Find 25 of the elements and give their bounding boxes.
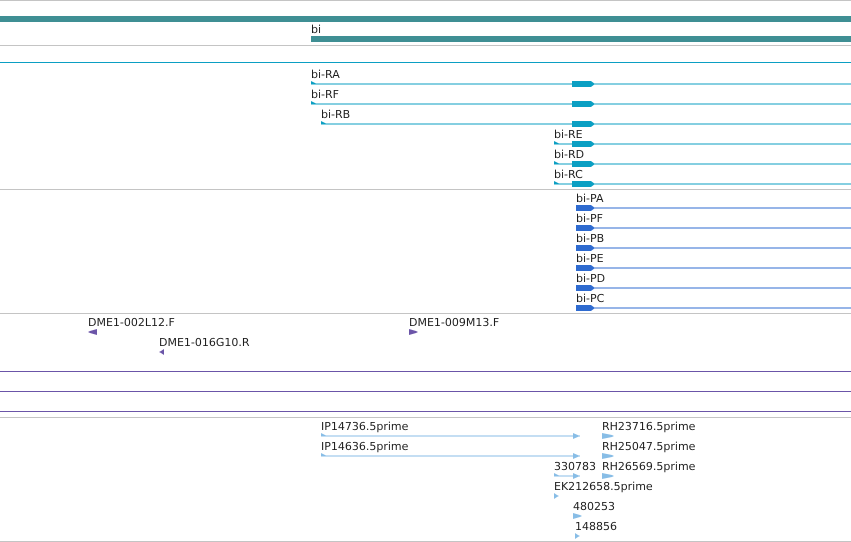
feature-label: bi-PC [576,293,604,305]
feature-label: 480253 [573,501,615,513]
feature-label: RH26569.5prime [602,461,696,473]
feature-label: bi-RE [554,129,583,141]
feature-label: bi-RA [311,69,340,81]
feature-label: 330783 [554,461,596,473]
feature-label: IP14736.5prime [321,421,408,433]
feature-label: bi-PD [576,273,606,285]
feature-label: RH25047.5prime [602,441,696,453]
feature-label: DME1-016G10.R [159,337,250,349]
feature-label: bi [311,24,322,36]
feature-label: bi-PB [576,233,604,245]
feature-label: 148856 [575,521,617,533]
feature-label: bi-RB [321,109,350,121]
feature-label: IP14636.5prime [321,441,408,453]
feature-label: RH23716.5prime [602,421,696,433]
feature-label: DME1-009M13.F [409,317,500,329]
feature-label: bi-RC [554,169,583,181]
feature-label: DME1-002L12.F [88,317,175,329]
feature-label: bi-PA [576,193,604,205]
feature-label: bi-RD [554,149,584,161]
feature-label: bi-PF [576,213,603,225]
feature-label: EK212658.5prime [554,481,653,493]
feature-label: bi-PE [576,253,604,265]
feature-label: bi-RF [311,89,339,101]
